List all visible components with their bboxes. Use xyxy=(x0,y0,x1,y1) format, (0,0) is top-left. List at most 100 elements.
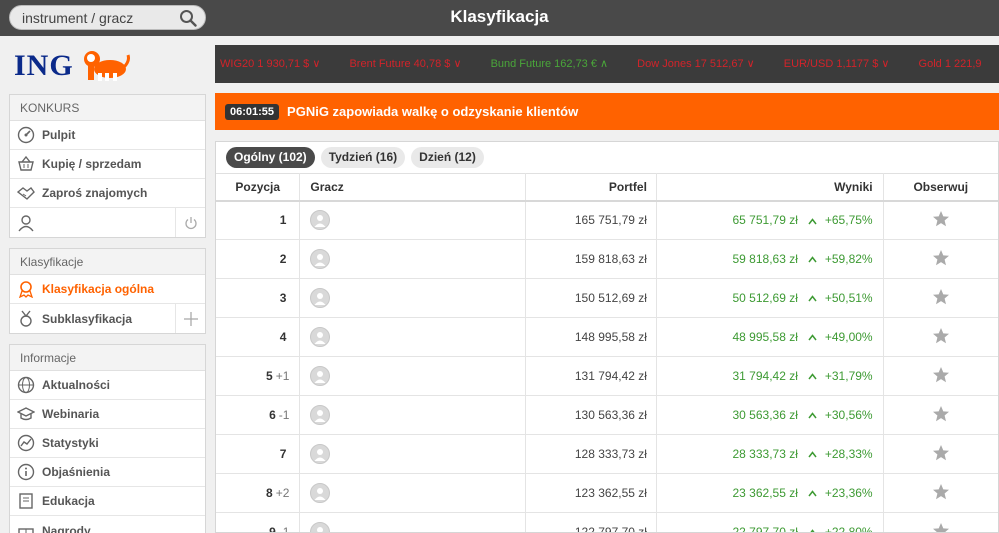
star-icon[interactable] xyxy=(932,522,950,533)
logout-button[interactable] xyxy=(175,208,205,237)
col-header-player[interactable]: Gracz xyxy=(299,173,527,202)
tab-dzien[interactable]: Dzień (12) xyxy=(411,147,484,168)
col-header-portfolio[interactable]: Portfel xyxy=(525,173,657,202)
result-value: 22 797,70 zł xyxy=(732,525,798,533)
arrow-down-icon: ∨ xyxy=(312,58,321,70)
news-banner[interactable]: 06:01:55 PGNiG zapowiada walkę o odzyska… xyxy=(215,93,999,130)
position-value: 9 xyxy=(269,525,276,533)
table-row[interactable]: 9 -1 122 797,70 zł 22 797,70 zł +22,80% xyxy=(216,512,998,533)
avatar xyxy=(310,483,331,503)
user-avatar-icon xyxy=(314,449,326,461)
sidebar-item-label: Webinaria xyxy=(42,407,100,421)
star-icon[interactable] xyxy=(932,366,950,384)
watch-cell xyxy=(883,278,998,318)
gift-icon xyxy=(10,522,42,533)
ticker-item[interactable]: Brent Future 40,78 $ ∨ xyxy=(349,45,461,83)
tab-ogolny[interactable]: Ogólny (102) xyxy=(226,147,315,168)
position-cell: 2 xyxy=(216,239,301,279)
search-icon[interactable] xyxy=(179,9,197,27)
sidebar-item-nagrody[interactable]: Nagrody xyxy=(10,516,205,533)
ticker-item[interactable]: WIG20 1 930,71 $ ∨ xyxy=(220,45,320,83)
result-percent: +49,00% xyxy=(824,330,873,344)
star-icon[interactable] xyxy=(932,210,950,228)
arrow-up-icon: ∧ xyxy=(600,58,609,70)
sidebar-item-label: Aktualności xyxy=(42,378,111,392)
position-value: 7 xyxy=(279,447,287,461)
arrow-up-icon xyxy=(808,490,817,497)
ticker-item[interactable]: Gold 1 221,9 xyxy=(919,45,982,83)
sidebar-item-klasyfikacja-ogolna[interactable]: Klasyfikacja ogólna xyxy=(10,275,205,304)
player-cell[interactable] xyxy=(299,395,527,435)
col-header-position[interactable]: Pozycja xyxy=(216,173,301,202)
sidebar-item-label: Klasyfikacja ogólna xyxy=(42,282,155,296)
portfolio-value: 165 751,79 zł xyxy=(525,200,657,240)
tab-tydzien[interactable]: Tydzień (16) xyxy=(320,147,406,168)
table-row[interactable]: 6 -1 130 563,36 zł 30 563,36 zł +30,56% xyxy=(216,395,998,435)
watch-cell xyxy=(883,239,998,279)
result-percent: +30,56% xyxy=(824,408,873,422)
avatar xyxy=(310,327,331,347)
position-cell: 6 -1 xyxy=(216,395,301,435)
player-cell[interactable] xyxy=(299,512,527,532)
star-icon[interactable] xyxy=(932,444,950,462)
medal-icon xyxy=(10,310,42,328)
table-row[interactable]: 7 128 333,73 zł 28 333,73 zł +28,33% xyxy=(216,434,998,474)
sidebar-item-subklasyfikacja[interactable]: Subklasyfikacja xyxy=(10,304,175,333)
logo-text: ING xyxy=(14,49,74,82)
table-row[interactable]: 1 165 751,79 zł 65 751,79 zł +65,75% xyxy=(216,200,998,240)
result-cell: 50 512,69 zł +50,51% xyxy=(656,278,884,318)
col-header-results[interactable]: Wyniki xyxy=(656,173,884,202)
player-cell[interactable] xyxy=(299,278,527,318)
player-cell[interactable] xyxy=(299,239,527,279)
player-cell[interactable] xyxy=(299,356,527,396)
table-row[interactable]: 2 159 818,63 zł 59 818,63 zł +59,82% xyxy=(216,239,998,279)
market-ticker: WIG20 1 930,71 $ ∨ Brent Future 40,78 $ … xyxy=(215,45,999,83)
star-icon[interactable] xyxy=(932,405,950,423)
star-icon[interactable] xyxy=(932,249,950,267)
table-row[interactable]: 4 148 995,58 zł 48 995,58 zł +49,00% xyxy=(216,317,998,357)
search-box xyxy=(9,5,206,30)
ticker-item[interactable]: EUR/USD 1,1177 $ ∨ xyxy=(784,45,890,83)
star-icon[interactable] xyxy=(932,327,950,345)
basket-icon xyxy=(10,155,42,173)
player-cell[interactable] xyxy=(299,434,527,474)
sidebar-item-edukacja[interactable]: Edukacja xyxy=(10,487,205,516)
player-cell[interactable] xyxy=(299,317,527,357)
ranking-table: Pozycja Gracz Portfel Wyniki Obserwuj 1 1… xyxy=(216,173,998,533)
sidebar-item-webinaria[interactable]: Webinaria xyxy=(10,400,205,429)
result-value: 65 751,79 zł xyxy=(732,213,798,228)
star-icon[interactable] xyxy=(932,288,950,306)
table-row[interactable]: 3 150 512,69 zł 50 512,69 zł +50,51% xyxy=(216,278,998,318)
user-avatar-icon xyxy=(314,332,326,344)
position-change: +1 xyxy=(275,369,290,383)
star-icon[interactable] xyxy=(932,483,950,501)
position-change: -1 xyxy=(278,408,290,422)
player-cell[interactable] xyxy=(299,473,527,513)
sidebar-item-aktualnosci[interactable]: Aktualności xyxy=(10,371,205,400)
arrow-down-icon: ∨ xyxy=(453,58,462,70)
sidebar-item-objasnienia[interactable]: Objaśnienia xyxy=(10,458,205,487)
sidebar-item-zapros-znajomych[interactable]: Zaproś znajomych xyxy=(10,179,205,208)
table-row[interactable]: 8 +2 123 362,55 zł 23 362,55 zł +23,36% xyxy=(216,473,998,513)
sidebar-item-pulpit[interactable]: Pulpit xyxy=(10,121,205,150)
sidebar-item-statystyki[interactable]: Statystyki xyxy=(10,429,205,458)
user-avatar-icon xyxy=(314,410,326,422)
gauge-icon xyxy=(10,126,42,144)
position-cell: 5 +1 xyxy=(216,356,301,396)
sidebar-item-kupie-sprzedam[interactable]: Kupię / sprzedam xyxy=(10,150,205,179)
arrow-up-icon xyxy=(808,295,817,302)
ing-logo[interactable]: ING xyxy=(14,48,130,84)
table-row[interactable]: 5 +1 131 794,42 zł 31 794,42 zł +31,79% xyxy=(216,356,998,396)
ticker-item[interactable]: Dow Jones 17 512,67 ∨ xyxy=(637,45,755,83)
player-cell[interactable] xyxy=(299,200,527,240)
search-input[interactable] xyxy=(10,6,175,29)
avatar xyxy=(310,249,331,269)
ticker-item[interactable]: Bund Future 162,73 € ∧ xyxy=(491,45,609,83)
result-cell: 28 333,73 zł +28,33% xyxy=(656,434,884,474)
user-profile[interactable] xyxy=(10,208,175,237)
watch-cell xyxy=(883,317,998,357)
result-cell: 22 797,70 zł +22,80% xyxy=(656,512,884,533)
user-avatar-icon xyxy=(314,215,326,228)
add-subclassification-button[interactable] xyxy=(175,304,205,333)
ranking-tabs: Ogólny (102) Tydzień (16) Dzień (12) xyxy=(216,142,998,173)
